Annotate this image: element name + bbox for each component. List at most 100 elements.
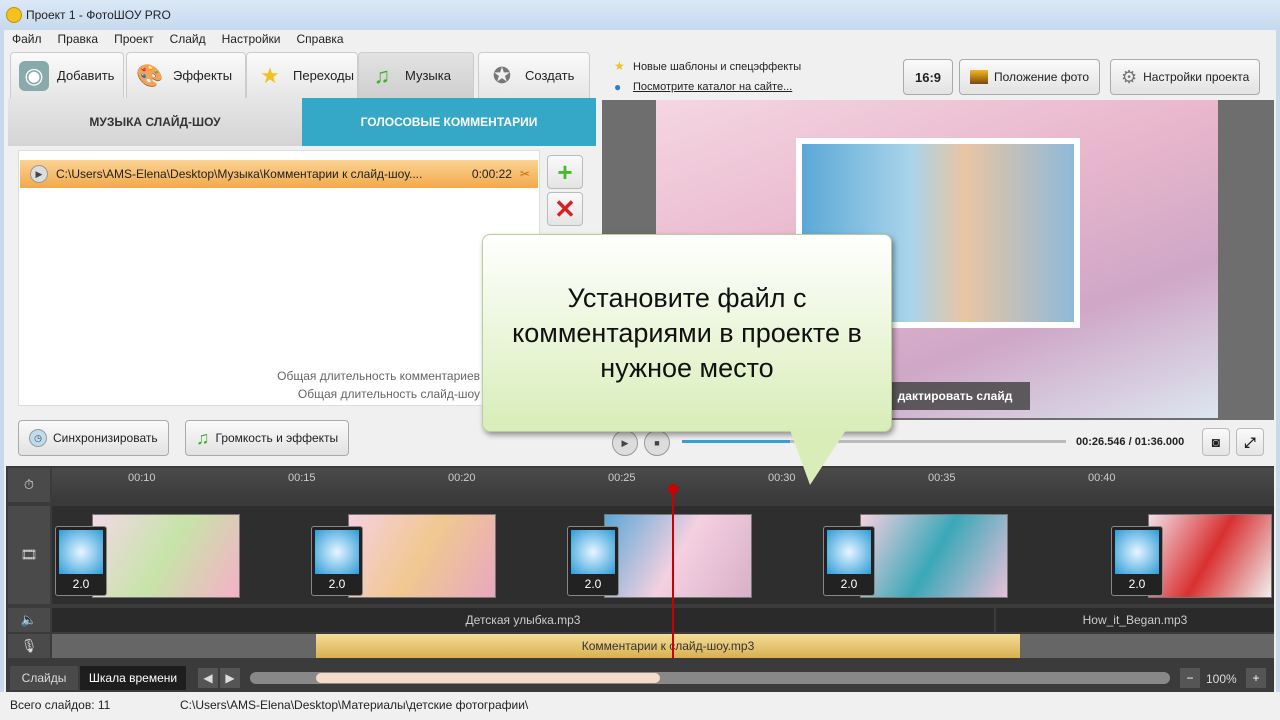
playhead[interactable]: [672, 486, 674, 658]
app-icon: [6, 7, 22, 23]
scrollbar-thumb[interactable]: [316, 673, 660, 683]
ruler-tick: 00:20: [448, 472, 476, 484]
button-label: Положение фото: [994, 70, 1090, 84]
ruler-tick: 00:10: [128, 472, 156, 484]
film-icon: 🎞: [8, 506, 50, 604]
timeline-scrollbar[interactable]: [250, 672, 1170, 684]
film-reel-icon: ✪: [492, 62, 512, 88]
comments-list: [18, 150, 540, 406]
music-clip[interactable]: How_it_Began.mp3: [996, 608, 1274, 632]
stop-button[interactable]: ■: [644, 430, 670, 456]
add-comment-button[interactable]: +: [547, 155, 583, 189]
slide-thumbnail[interactable]: [1148, 514, 1272, 598]
transition-thumbnail[interactable]: 2.0: [1111, 526, 1163, 596]
star-icon: ★: [260, 62, 280, 88]
menu-file[interactable]: Файл: [12, 32, 42, 48]
tab-add[interactable]: ◉ Добавить: [10, 52, 124, 98]
playhead-handle[interactable]: [668, 484, 678, 494]
slide-thumbnail[interactable]: [348, 514, 496, 598]
seek-progress: [682, 440, 790, 443]
menu-help[interactable]: Справка: [296, 32, 343, 48]
photo-position-button[interactable]: Положение фото: [959, 59, 1101, 95]
music-clip[interactable]: Детская улыбка.mp3: [52, 608, 994, 632]
fullscreen-icon: ⤢: [1244, 433, 1256, 450]
close-icon: ✕: [554, 193, 576, 224]
player-seek-bar[interactable]: [682, 440, 1066, 443]
menu-slide[interactable]: Слайд: [170, 32, 206, 48]
zoom-out-button[interactable]: −: [1180, 668, 1200, 688]
transition-duration: 2.0: [1128, 577, 1146, 591]
fullscreen-button[interactable]: ⤢: [1236, 428, 1264, 456]
photo-icon: [970, 70, 988, 84]
title-bar: Проект 1 - ФотоШОУ PRO: [0, 0, 1280, 30]
play-button[interactable]: ▶: [612, 430, 638, 456]
callout-tail: [790, 430, 846, 485]
ruler-tick: 00:35: [928, 472, 956, 484]
menu-settings[interactable]: Настройки: [222, 32, 281, 48]
music-note-icon: ♫: [373, 62, 391, 88]
slides-view-button[interactable]: Слайды: [10, 666, 78, 690]
scroll-right-button[interactable]: ▶: [220, 668, 240, 688]
snapshot-button[interactable]: ◙: [1202, 428, 1230, 456]
folder-path: C:\Users\AMS-Elena\Desktop\Материалы\дет…: [180, 698, 529, 712]
tab-music[interactable]: ♫ Музыка: [358, 52, 474, 98]
tab-voice-comments[interactable]: ГОЛОСОВЫЕ КОММЕНТАРИИ: [302, 98, 596, 146]
scroll-left-button[interactable]: ◀: [198, 668, 218, 688]
menu-edit[interactable]: Правка: [58, 32, 99, 48]
tab-label: Эффекты: [173, 68, 233, 83]
edit-slide-button[interactable]: дактировать слайд: [880, 382, 1030, 410]
delete-comment-button[interactable]: ✕: [547, 192, 583, 226]
slide-count: Всего слайдов: 11: [10, 698, 111, 712]
transition-duration: 2.0: [840, 577, 858, 591]
zoom-in-button[interactable]: +: [1246, 668, 1266, 688]
player-time: 00:26.546 / 01:36.000: [1076, 436, 1185, 448]
button-label: Синхронизировать: [53, 431, 158, 445]
promo-text: Новые шаблоны и спецэффекты: [633, 61, 802, 73]
ruler-tick: 00:15: [288, 472, 316, 484]
slide-thumbnail[interactable]: [604, 514, 752, 598]
file-path: C:\Users\AMS-Elena\Desktop\Музыка\Коммен…: [56, 167, 423, 181]
aspect-ratio-button[interactable]: 16:9: [903, 59, 953, 95]
tab-effects[interactable]: 🎨 Эффекты: [126, 52, 246, 98]
catalog-link[interactable]: Посмотрите каталог на сайте...: [633, 81, 792, 93]
zoom-level: 100%: [1206, 672, 1237, 686]
transition-duration: 2.0: [584, 577, 602, 591]
voice-clip[interactable]: Комментарии к слайд-шоу.mp3: [316, 634, 1020, 658]
tab-slideshow-music[interactable]: МУЗЫКА СЛАЙД-ШОУ: [8, 98, 302, 146]
list-item[interactable]: ▶ C:\Users\AMS-Elena\Desktop\Музыка\Комм…: [20, 160, 538, 188]
palette-icon: 🎨: [136, 62, 164, 88]
sync-button[interactable]: ◷ Синхронизировать: [18, 420, 169, 456]
plus-icon: +: [557, 156, 573, 187]
menu-project[interactable]: Проект: [114, 32, 154, 48]
tab-label: Добавить: [57, 68, 115, 83]
transition-thumbnail[interactable]: 2.0: [567, 526, 619, 596]
menu-bar: Файл Правка Проект Слайд Настройки Справ…: [12, 32, 344, 48]
slideshow-duration-label: Общая длительность слайд-шоу: [297, 387, 480, 401]
tab-label: Переходы: [293, 68, 354, 83]
music-note-icon: ♫: [196, 427, 210, 448]
volume-effects-button[interactable]: ♫ Громкость и эффекты: [185, 420, 350, 456]
transition-thumbnail[interactable]: 2.0: [823, 526, 875, 596]
timeline-toolbar: Слайды Шкала времени ◀ ▶ − 100% +: [6, 664, 1274, 692]
tab-create[interactable]: ✪ Создать: [478, 52, 590, 98]
tab-transitions[interactable]: ★ Переходы: [246, 52, 358, 98]
globe-icon: ●: [614, 80, 622, 94]
window-title: Проект 1 - ФотоШОУ PRO: [26, 8, 171, 22]
hint-callout: Установите файл с комментариями в проект…: [482, 234, 892, 432]
tab-label: Создать: [525, 68, 575, 83]
slide-thumbnail[interactable]: [860, 514, 1008, 598]
project-settings-button[interactable]: ⚙ Настройки проекта: [1110, 59, 1261, 95]
status-bar: Всего слайдов: 11 C:\Users\AMS-Elena\Des…: [0, 692, 1280, 720]
button-label: Громкость и эффекты: [215, 431, 339, 445]
clock-icon: ◷: [29, 429, 47, 447]
tab-label: Музыка: [405, 68, 451, 83]
ruler-tick: 00:25: [608, 472, 636, 484]
slide-thumbnail[interactable]: [92, 514, 240, 598]
scissors-icon[interactable]: ✂: [520, 167, 530, 181]
gear-icon: ⚙: [1121, 66, 1138, 87]
microphone-icon: 🎙: [8, 634, 50, 658]
timeline-view-button[interactable]: Шкала времени: [80, 666, 186, 690]
transition-thumbnail[interactable]: 2.0: [311, 526, 363, 596]
play-icon[interactable]: ▶: [30, 165, 48, 183]
transition-thumbnail[interactable]: 2.0: [55, 526, 107, 596]
